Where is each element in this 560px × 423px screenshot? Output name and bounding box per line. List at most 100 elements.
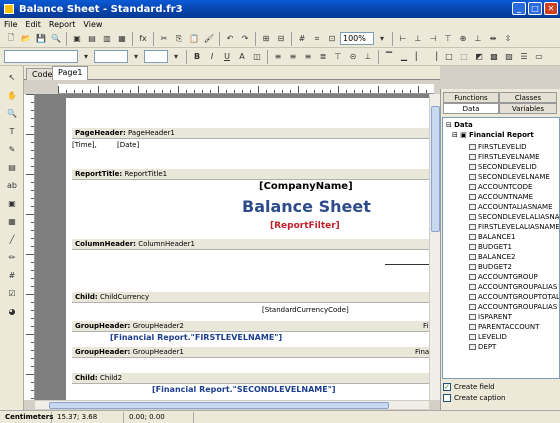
tree-root[interactable]: ⊟ Data	[446, 121, 473, 130]
font-select[interactable]	[94, 50, 128, 63]
text-left-icon[interactable]: ≡	[271, 50, 285, 64]
line-icon[interactable]: ╱	[5, 232, 19, 246]
space-v-icon[interactable]: ⇳	[501, 32, 515, 46]
undo-icon[interactable]: ↶	[223, 32, 237, 46]
text-tool-icon[interactable]: T	[5, 124, 19, 138]
tree-field[interactable]: DEPT	[469, 342, 496, 352]
frame-right-icon[interactable]: ▕	[427, 50, 441, 64]
text-middle-icon[interactable]: ⊝	[346, 50, 360, 64]
delete-page-icon[interactable]: ▥	[100, 32, 114, 46]
text-right-icon[interactable]: ≡	[301, 50, 315, 64]
tree-field[interactable]: ACCOUNTGROUPALIAS	[469, 282, 557, 292]
tab-variables[interactable]: Variables	[499, 103, 557, 114]
tree-field[interactable]: ACCOUNTALIASNAME	[469, 202, 553, 212]
save-icon[interactable]: 💾	[34, 32, 48, 46]
menu-edit[interactable]: Edit	[25, 20, 41, 29]
truncated-field-fina[interactable]: Fina	[415, 348, 429, 356]
align-center-icon[interactable]: ⊥	[411, 32, 425, 46]
tree-field[interactable]: ACCOUNTNAME	[469, 192, 533, 202]
paste-icon[interactable]: 📋	[187, 32, 201, 46]
underline-icon[interactable]: U	[220, 50, 234, 64]
align-middle-icon[interactable]: ⊕	[456, 32, 470, 46]
checkbox-icon[interactable]: ☑	[5, 286, 19, 300]
data-tree[interactable]: ⊟ Data ⊟ ▣ Financial Report FIRSTLEVELID…	[442, 117, 560, 379]
tree-field[interactable]: BALANCE1	[469, 232, 515, 242]
shadow-icon[interactable]: ◩	[472, 50, 486, 64]
create-caption-option[interactable]: Create caption	[443, 394, 505, 402]
align-left-icon[interactable]: ⊢	[396, 32, 410, 46]
date-field[interactable]: [Date]	[117, 141, 139, 149]
group-icon[interactable]: ⊞	[259, 32, 273, 46]
band-group-header-1[interactable]: GroupHeader: GroupHeader1	[72, 347, 429, 358]
menu-report[interactable]: Report	[49, 20, 76, 29]
frame-style-icon[interactable]: ☰	[517, 50, 531, 64]
tree-field[interactable]: ACCOUNTGROUPTOTAL	[469, 292, 559, 302]
vertical-scrollbar[interactable]	[429, 94, 440, 400]
band-icon[interactable]: ▤	[5, 160, 19, 174]
text-bottom-icon[interactable]: ⊥	[361, 50, 375, 64]
horizontal-scroll-thumb[interactable]	[49, 402, 389, 409]
tab-functions[interactable]: Functions	[443, 92, 499, 103]
first-level-name-field[interactable]: [Financial Report."FIRSTLEVELNAME"]	[110, 333, 282, 342]
tree-field[interactable]: FIRSTLEVELALIASNAME	[469, 222, 559, 232]
font-dropdown-icon[interactable]: ▾	[129, 50, 143, 64]
align-bottom-icon[interactable]: ⊥	[471, 32, 485, 46]
highlight-icon[interactable]: ◫	[250, 50, 264, 64]
band-column-header[interactable]: ColumnHeader: ColumnHeader1	[72, 239, 429, 250]
zoom-select[interactable]: 100%	[340, 32, 374, 45]
fit-grid-icon[interactable]: ⊡	[325, 32, 339, 46]
draw-icon[interactable]: ✏	[5, 250, 19, 264]
new-page-icon[interactable]: ▣	[70, 32, 84, 46]
format-copy-icon[interactable]: ✎	[5, 142, 19, 156]
menu-file[interactable]: File	[4, 20, 17, 29]
tree-field[interactable]: PARENTACCOUNT	[469, 322, 539, 332]
frame-color-icon[interactable]: ▨	[502, 50, 516, 64]
tree-field[interactable]: BUDGET1	[469, 242, 512, 252]
subreport-icon[interactable]: ▦	[5, 214, 19, 228]
time-field[interactable]: [Time],	[72, 141, 97, 149]
font-size-select[interactable]	[144, 50, 168, 63]
report-title-text[interactable]: Balance Sheet	[242, 197, 371, 216]
second-level-name-field[interactable]: [Financial Report."SECONDLEVELNAME"]	[152, 385, 336, 394]
tree-field[interactable]: ACCOUNTGROUPALIAS	[469, 302, 557, 312]
report-filter-field[interactable]: [ReportFilter]	[270, 221, 340, 231]
tree-field[interactable]: BALANCE2	[469, 252, 515, 262]
align-right-icon[interactable]: ⊣	[426, 32, 440, 46]
align-grid-icon[interactable]: ⌗	[310, 32, 324, 46]
tree-field[interactable]: ISPARENT	[469, 312, 512, 322]
redo-icon[interactable]: ↷	[238, 32, 252, 46]
fill-color-icon[interactable]: ▩	[487, 50, 501, 64]
tree-field[interactable]: LEVELID	[469, 332, 507, 342]
zoom-tool-icon[interactable]: 🔍	[5, 106, 19, 120]
frame-left-icon[interactable]: ▏	[412, 50, 426, 64]
checkbox-checked-icon[interactable]: ✓	[443, 383, 451, 391]
tree-field[interactable]: FIRSTLEVELID	[469, 142, 527, 152]
menu-view[interactable]: View	[83, 20, 102, 29]
band-child-currency[interactable]: Child: ChildCurrency	[72, 292, 429, 303]
preview-icon[interactable]: 🔍	[49, 32, 63, 46]
currency-code-field[interactable]: [StandardCurrencyCode]	[262, 306, 349, 314]
horizontal-scrollbar[interactable]	[35, 400, 429, 409]
tree-field[interactable]: SECONDLEVELID	[469, 162, 537, 172]
variables-icon[interactable]: fx	[136, 32, 150, 46]
text-justify-icon[interactable]: ≣	[316, 50, 330, 64]
style-dropdown-icon[interactable]: ▾	[79, 50, 93, 64]
text-object-icon[interactable]: ab	[5, 178, 19, 192]
cut-icon[interactable]: ✂	[157, 32, 171, 46]
new-dialog-icon[interactable]: ▤	[85, 32, 99, 46]
tree-field[interactable]: ACCOUNTCODE	[469, 182, 532, 192]
align-top-icon[interactable]: ⊤	[441, 32, 455, 46]
open-icon[interactable]: 📂	[19, 32, 33, 46]
tab-page1[interactable]: Page1	[52, 66, 89, 80]
frame-width-icon[interactable]: ▭	[532, 50, 546, 64]
style-select[interactable]	[4, 50, 78, 63]
system-text-icon[interactable]: #	[5, 268, 19, 282]
page-settings-icon[interactable]: ▦	[115, 32, 129, 46]
copy-icon[interactable]: ⎘	[172, 32, 186, 46]
create-field-option[interactable]: ✓ Create field	[443, 383, 495, 391]
tree-field[interactable]: ACCOUNTGROUP	[469, 272, 538, 282]
zoom-dropdown-icon[interactable]: ▾	[375, 32, 389, 46]
checkbox-icon[interactable]	[443, 394, 451, 402]
frame-all-icon[interactable]: □	[442, 50, 456, 64]
italic-icon[interactable]: I	[205, 50, 219, 64]
